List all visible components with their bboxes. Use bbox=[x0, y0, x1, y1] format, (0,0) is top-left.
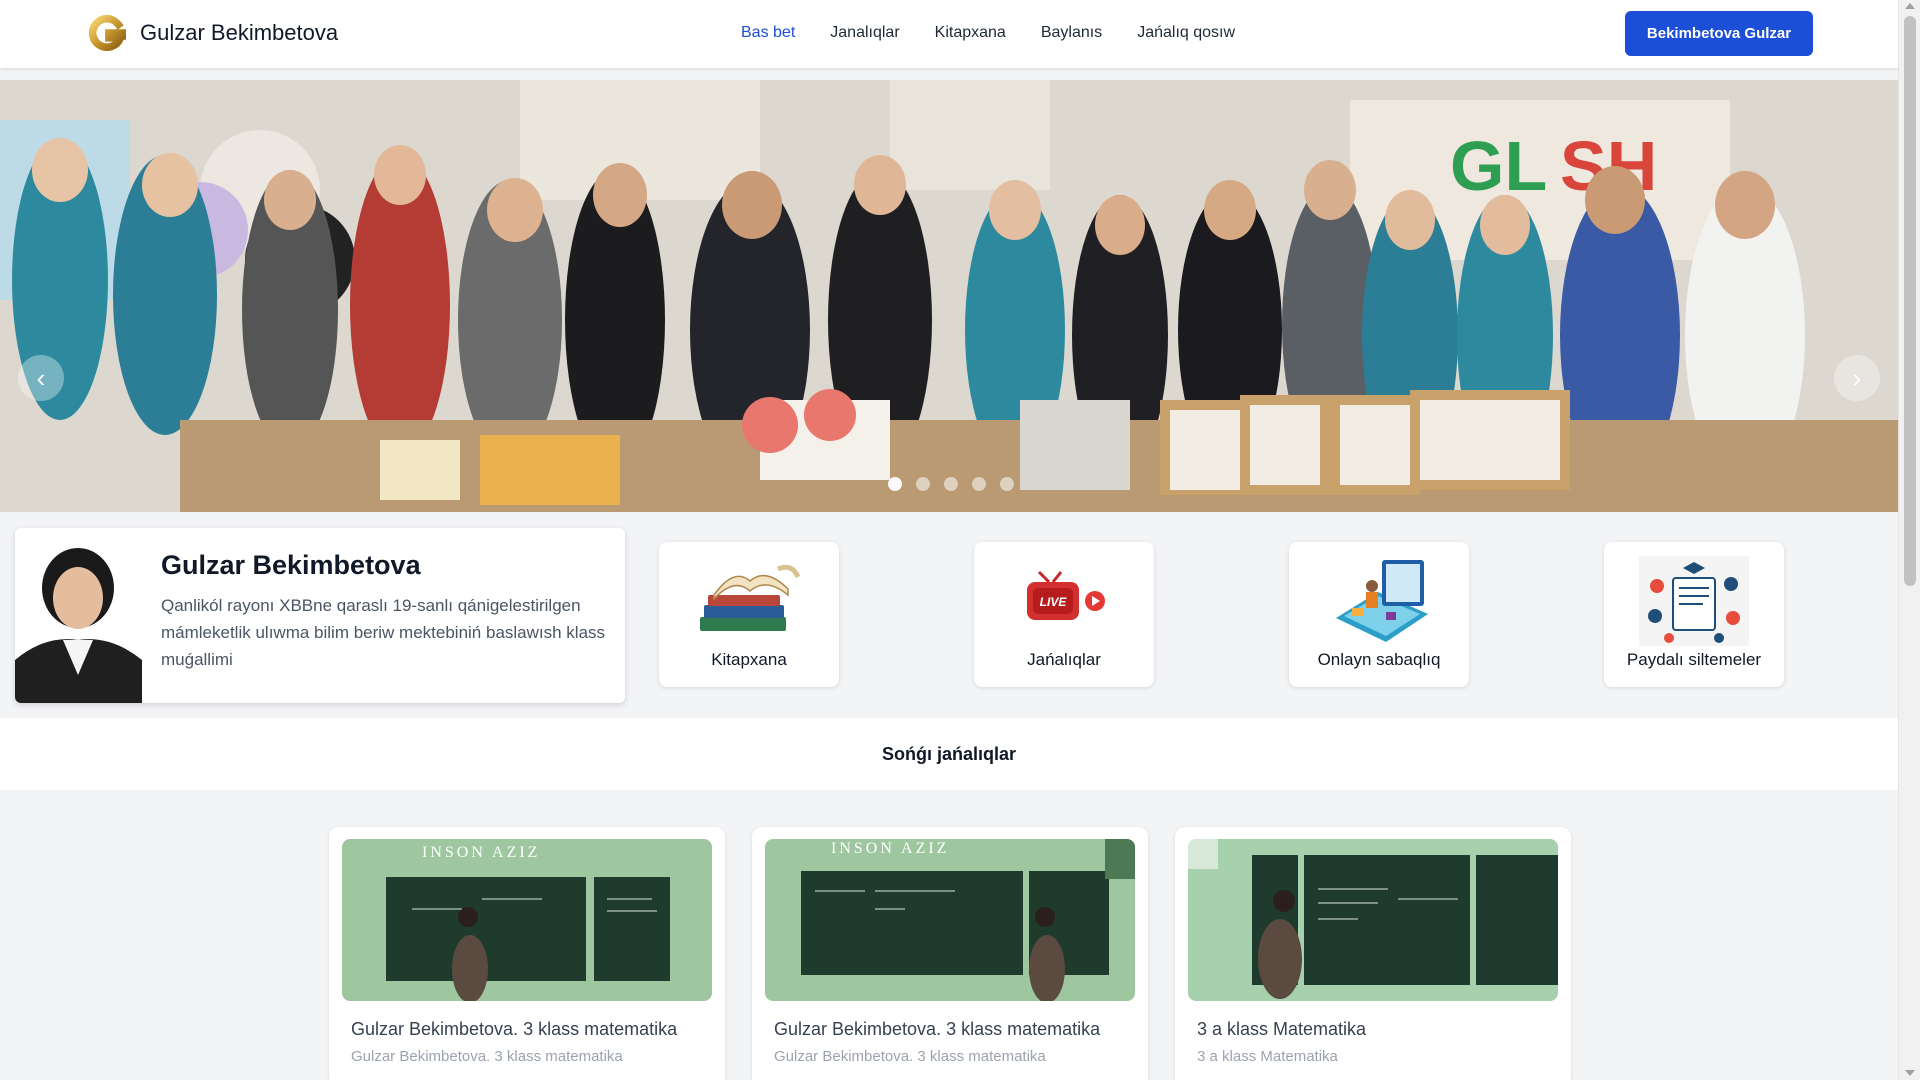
quick-link-label: Jańalıqlar bbox=[1027, 650, 1101, 669]
news-card[interactable]: INSON AZIZ Gulzar Bekimbetova. 3 klass m… bbox=[752, 827, 1148, 1080]
brand-name[interactable]: Gulzar Bekimbetova bbox=[140, 20, 338, 46]
carousel-next-button[interactable]: › bbox=[1834, 355, 1880, 401]
logo-icon[interactable] bbox=[88, 14, 126, 54]
page-scrollbar[interactable] bbox=[1898, 0, 1920, 1080]
profile-photo bbox=[15, 540, 142, 703]
live-tv-icon: LIVE bbox=[1009, 556, 1119, 646]
banner-text: INSON AZIZ bbox=[422, 844, 540, 861]
carousel-dot[interactable] bbox=[944, 477, 958, 491]
books-icon bbox=[694, 556, 804, 646]
quick-link-online-lesson[interactable]: Onlayn sabaqlıq bbox=[1289, 542, 1469, 687]
quick-link-news[interactable]: LIVE Jańalıqlar bbox=[974, 542, 1154, 687]
useful-links-icon bbox=[1639, 556, 1749, 646]
scroll-thumb[interactable] bbox=[1904, 16, 1916, 586]
news-card[interactable]: 3 a klass Matematika 3 a klass Matematik… bbox=[1175, 827, 1571, 1080]
quick-link-label: Kitapxana bbox=[711, 650, 787, 669]
quick-link-library[interactable]: Kitapxana bbox=[659, 542, 839, 687]
banner-text: INSON AZIZ bbox=[831, 840, 949, 857]
news-thumbnail bbox=[1188, 839, 1558, 1001]
quick-link-label: Onlayn sabaqlıq bbox=[1317, 650, 1441, 669]
chevron-left-icon: ‹ bbox=[36, 362, 46, 393]
scroll-up-icon[interactable] bbox=[1905, 3, 1915, 9]
carousel-indicators bbox=[888, 477, 1014, 491]
news-subtitle: 3 a klass Matematika bbox=[1197, 1048, 1338, 1065]
news-title[interactable]: 3 a klass Matematika bbox=[1197, 1019, 1366, 1040]
carousel-dot[interactable] bbox=[916, 477, 930, 491]
nav-add-news[interactable]: Jańalıq qosıw bbox=[1137, 24, 1235, 42]
news-title[interactable]: Gulzar Bekimbetova. 3 klass matematika bbox=[351, 1019, 677, 1040]
carousel-prev-button[interactable]: ‹ bbox=[18, 355, 64, 401]
chevron-right-icon: › bbox=[1852, 362, 1862, 393]
carousel-dot[interactable] bbox=[1000, 477, 1014, 491]
section-title: Sońǵı jańalıqlar bbox=[881, 743, 1017, 764]
nav-library[interactable]: Kitapxana bbox=[935, 24, 1006, 42]
scroll-down-icon[interactable] bbox=[1905, 1070, 1915, 1076]
quick-link-label: Paydalı siltemeler bbox=[1626, 650, 1762, 669]
hero-photo: GL SH bbox=[0, 80, 1898, 512]
news-subtitle: Gulzar Bekimbetova. 3 klass matematika bbox=[774, 1048, 1046, 1065]
svg-text:LIVE: LIVE bbox=[1040, 595, 1068, 609]
main-nav: Bas bet Janalıqlar Kitapxana Baylanıs Ja… bbox=[741, 24, 1235, 42]
online-lesson-icon bbox=[1324, 556, 1434, 646]
news-thumbnail: INSON AZIZ bbox=[342, 839, 712, 1001]
profile-description: Qanlikól rayonı XBBne qaraslı 19-sanlı q… bbox=[161, 596, 606, 669]
carousel-dot[interactable] bbox=[888, 477, 902, 491]
news-thumbnail: INSON AZIZ bbox=[765, 839, 1135, 1001]
profile-name: Gulzar Bekimbetova bbox=[161, 550, 421, 580]
quick-link-useful-links[interactable]: Paydalı siltemeler bbox=[1604, 542, 1784, 687]
site-header: Gulzar Bekimbetova Bas bet Janalıqlar Ki… bbox=[0, 0, 1898, 68]
nav-contact[interactable]: Baylanıs bbox=[1041, 24, 1102, 42]
hero-carousel: GL SH ‹ › bbox=[0, 80, 1898, 512]
nav-news[interactable]: Janalıqlar bbox=[830, 24, 899, 42]
profile-card: Gulzar Bekimbetova Qanlikól rayonı XBBne… bbox=[15, 528, 625, 703]
news-subtitle: Gulzar Bekimbetova. 3 klass matematika bbox=[351, 1048, 623, 1065]
carousel-dot[interactable] bbox=[972, 477, 986, 491]
svg-text:GL: GL bbox=[1450, 127, 1547, 205]
user-button[interactable]: Bekimbetova Gulzar bbox=[1625, 11, 1813, 56]
nav-home[interactable]: Bas bet bbox=[741, 24, 795, 42]
news-card[interactable]: INSON AZIZ Gulzar Bekimbetova. 3 klass m… bbox=[329, 827, 725, 1080]
news-title[interactable]: Gulzar Bekimbetova. 3 klass matematika bbox=[774, 1019, 1100, 1040]
latest-news-header: Sońǵı jańalıqlar bbox=[0, 718, 1898, 790]
